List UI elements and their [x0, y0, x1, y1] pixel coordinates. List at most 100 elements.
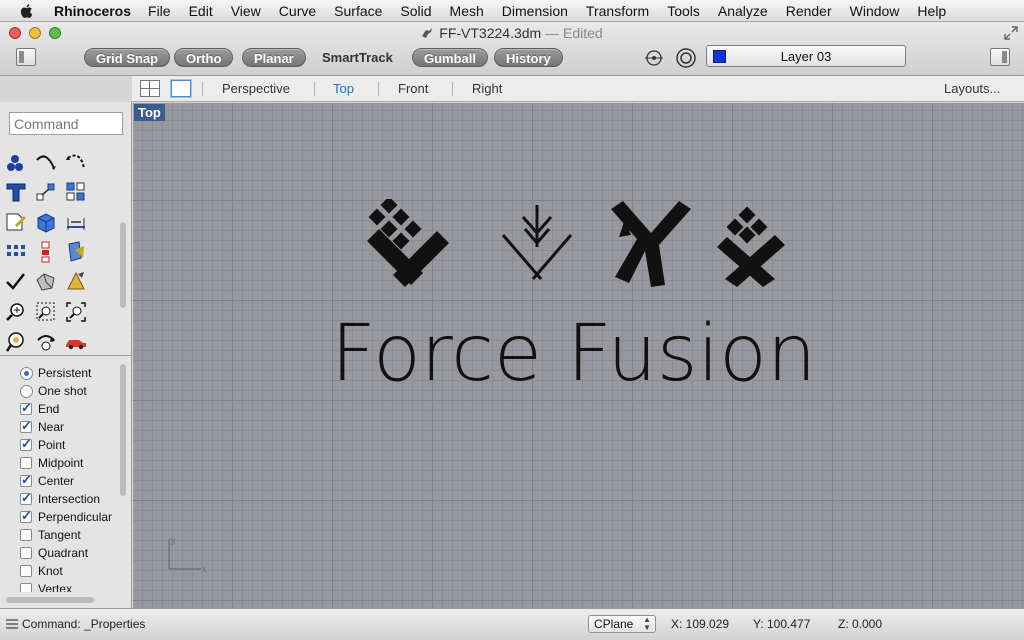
- updown-arrows-icon: ▲ ▼: [643, 615, 651, 632]
- apple-icon[interactable]: [18, 2, 36, 20]
- fullscreen-icon[interactable]: [1004, 26, 1018, 40]
- single-viewport-icon[interactable]: [171, 80, 191, 97]
- end-checkbox[interactable]: [20, 400, 32, 416]
- cplane-select[interactable]: CPlane ▲ ▼: [588, 615, 656, 633]
- osnap-point[interactable]: Point: [20, 436, 120, 454]
- tab-separator: [452, 82, 453, 96]
- midpoint-checkbox[interactable]: [20, 457, 32, 469]
- osnap-persistent-option[interactable]: Persistent: [20, 364, 120, 382]
- menu-edit[interactable]: Edit: [189, 3, 213, 19]
- quadrant-checkbox[interactable]: [20, 547, 32, 559]
- light-icon[interactable]: [64, 270, 88, 294]
- last-command-text: Command: _Properties: [22, 617, 146, 631]
- zoom-window-icon[interactable]: [34, 300, 58, 324]
- text-icon[interactable]: [4, 180, 28, 204]
- zoom-icon[interactable]: [4, 300, 28, 324]
- car-icon[interactable]: [64, 330, 88, 354]
- tab-front[interactable]: Front: [398, 81, 428, 96]
- transform-icon[interactable]: [34, 180, 58, 204]
- grid-snap-toggle[interactable]: Grid Snap: [84, 48, 171, 67]
- command-input[interactable]: [9, 112, 123, 135]
- viewport-title[interactable]: Top: [134, 104, 165, 121]
- osnap-vertex[interactable]: Vertex: [20, 580, 120, 592]
- menu-help[interactable]: Help: [917, 3, 946, 19]
- intersection-checkbox[interactable]: [20, 490, 32, 506]
- ortho-toggle[interactable]: Ortho: [174, 48, 234, 67]
- osnap-quadrant[interactable]: Quadrant: [20, 544, 120, 562]
- osnap-center[interactable]: Center: [20, 472, 120, 490]
- osnap-intersection[interactable]: Intersection: [20, 490, 120, 508]
- command-history-icon[interactable]: [6, 619, 18, 629]
- align-icon[interactable]: [34, 240, 58, 264]
- osnap-tangent[interactable]: Tangent: [20, 526, 120, 544]
- near-checkbox[interactable]: [20, 418, 32, 434]
- toggle-left-panel-button[interactable]: [16, 48, 36, 66]
- toggle-right-panel-button[interactable]: [990, 48, 1010, 66]
- sidebar-horizontal-scrollbar[interactable]: [6, 597, 94, 603]
- surface-edit-icon[interactable]: [4, 210, 28, 234]
- status-bar: Command: _Properties CPlane ▲ ▼ X: 109.02…: [0, 608, 1024, 640]
- app-menu[interactable]: Rhinoceros: [54, 3, 131, 19]
- point-checkbox[interactable]: [20, 436, 32, 452]
- check-icon[interactable]: [4, 270, 28, 294]
- layouts-button[interactable]: Layouts...: [944, 81, 1000, 96]
- grid-array-icon[interactable]: [4, 240, 28, 264]
- history-toggle[interactable]: History: [494, 48, 563, 67]
- menu-view[interactable]: View: [231, 3, 261, 19]
- osnap-perpendicular[interactable]: Perpendicular: [20, 508, 120, 526]
- rotate-view-icon[interactable]: [34, 330, 58, 354]
- logo-glyph-3: [611, 201, 691, 287]
- perpendicular-checkbox[interactable]: [20, 508, 32, 524]
- smarttrack-toggle[interactable]: SmartTrack: [322, 48, 393, 67]
- arc-icon[interactable]: [64, 150, 88, 174]
- tangent-checkbox[interactable]: [20, 529, 32, 541]
- top-viewport[interactable]: Top Force Fusion y x: [133, 103, 1024, 608]
- center-checkbox[interactable]: [20, 472, 32, 488]
- tab-separator: [202, 82, 203, 96]
- world-axis-icon: y x: [168, 535, 207, 574]
- material-icon[interactable]: [64, 240, 88, 264]
- four-viewports-icon[interactable]: [140, 80, 160, 97]
- menu-mesh[interactable]: Mesh: [450, 3, 484, 19]
- osnap-knot[interactable]: Knot: [20, 562, 120, 580]
- menu-tools[interactable]: Tools: [667, 3, 700, 19]
- menu-analyze[interactable]: Analyze: [718, 3, 768, 19]
- zoom-extents-icon[interactable]: [64, 300, 88, 324]
- menu-transform[interactable]: Transform: [586, 3, 649, 19]
- force-fusion-logo: [367, 199, 785, 287]
- tab-perspective[interactable]: Perspective: [222, 81, 290, 96]
- box-icon[interactable]: [34, 210, 58, 234]
- tool-palette-scrollbar[interactable]: [120, 222, 126, 308]
- knot-checkbox[interactable]: [20, 565, 32, 577]
- tab-separator: [314, 82, 315, 96]
- osnap-near[interactable]: Near: [20, 418, 120, 436]
- render-icon[interactable]: [4, 330, 28, 354]
- tab-right[interactable]: Right: [472, 81, 502, 96]
- oneshot-radio[interactable]: [20, 384, 33, 398]
- dimension-icon[interactable]: [64, 210, 88, 234]
- solid-icon[interactable]: [34, 270, 58, 294]
- persistent-radio[interactable]: [20, 366, 33, 380]
- object-snap-icon[interactable]: [644, 49, 664, 67]
- gumball-toggle[interactable]: Gumball: [412, 48, 489, 67]
- osnap-end[interactable]: End: [20, 400, 120, 418]
- array-icon[interactable]: [64, 180, 88, 204]
- vertex-checkbox[interactable]: [20, 583, 32, 592]
- osnap-oneshot-option[interactable]: One shot: [20, 382, 120, 400]
- menu-file[interactable]: File: [148, 3, 171, 19]
- planar-toggle[interactable]: Planar: [242, 48, 306, 67]
- menu-solid[interactable]: Solid: [400, 3, 431, 19]
- osnap-list-scrollbar[interactable]: [120, 364, 126, 496]
- menu-curve[interactable]: Curve: [279, 3, 316, 19]
- current-layer-select[interactable]: Layer 03: [706, 45, 906, 67]
- tab-top[interactable]: Top: [333, 81, 354, 96]
- osnap-midpoint[interactable]: Midpoint: [20, 454, 120, 472]
- point-icon[interactable]: [4, 150, 28, 174]
- menu-window[interactable]: Window: [850, 3, 900, 19]
- menu-render[interactable]: Render: [786, 3, 832, 19]
- curve-icon[interactable]: [34, 150, 58, 174]
- record-history-icon[interactable]: [675, 47, 697, 69]
- menu-dimension[interactable]: Dimension: [502, 3, 568, 19]
- y-coordinate: Y: 100.477: [753, 617, 811, 631]
- menu-surface[interactable]: Surface: [334, 3, 382, 19]
